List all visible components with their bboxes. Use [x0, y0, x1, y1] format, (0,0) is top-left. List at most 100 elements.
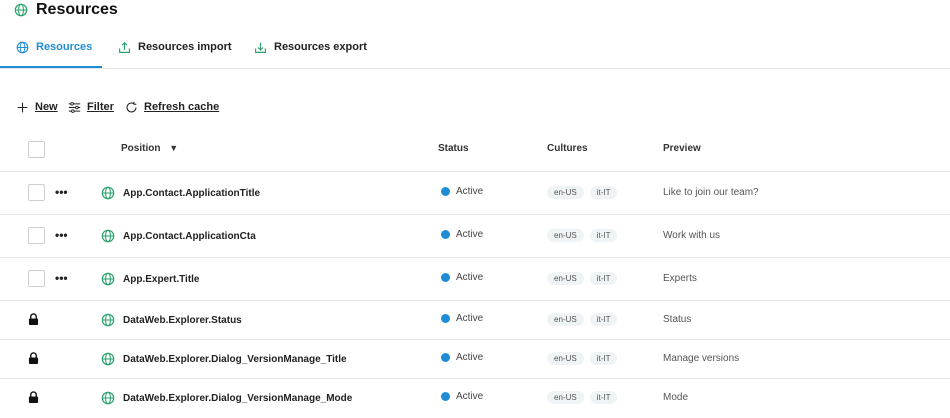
row-divider [0, 339, 950, 340]
position-cell[interactable]: App.Contact.ApplicationCta [101, 229, 256, 243]
filter-label: Filter [87, 101, 114, 113]
preview-cell: Manage versions [663, 353, 740, 364]
tabs-divider [0, 68, 950, 69]
status-label: Active [456, 186, 484, 197]
more-actions-icon[interactable]: ••• [55, 271, 68, 285]
globe-icon [101, 272, 115, 286]
status-cell: Active [441, 352, 483, 363]
sort-descending-icon: ▼ [169, 143, 179, 153]
filter-lines-icon [68, 101, 81, 113]
select-all-checkbox[interactable] [28, 141, 45, 158]
tab-label: Resources [36, 41, 93, 53]
tab-resources-export[interactable]: Resources export [254, 36, 367, 58]
column-label: Position [121, 143, 161, 154]
position-key: App.Expert.Title [123, 273, 200, 285]
position-key: App.Contact.ApplicationTitle [123, 187, 261, 199]
tab-resources-import[interactable]: Resources import [118, 36, 232, 58]
globe-icon [101, 186, 115, 200]
page-header: Resources [14, 0, 118, 20]
globe-icon [16, 41, 29, 53]
globe-icon [101, 313, 115, 327]
position-cell[interactable]: App.Contact.ApplicationTitle [101, 186, 260, 200]
culture-chip: en-US [547, 352, 584, 365]
status-cell: Active [441, 229, 483, 240]
status-dot [441, 230, 450, 239]
culture-chip: it-IT [589, 313, 618, 326]
cultures-cell: en-US it-IT [547, 186, 618, 199]
column-header-cultures: Cultures [547, 143, 588, 154]
position-cell[interactable]: DataWeb.Explorer.Dialog_VersionManage_Ti… [101, 352, 347, 366]
globe-icon [101, 229, 115, 243]
refresh-cache-label: Refresh cache [144, 101, 220, 113]
page-title: Resources [36, 1, 118, 18]
more-actions-icon[interactable]: ••• [55, 228, 68, 242]
position-key: DataWeb.Explorer.Dialog_VersionManage_Mo… [123, 392, 353, 404]
refresh-cache-button[interactable]: Refresh cache [125, 98, 219, 116]
tab-label: Resources export [274, 41, 367, 53]
status-dot [441, 392, 450, 401]
status-dot [441, 273, 450, 282]
status-cell: Active [441, 272, 483, 283]
refresh-icon [126, 101, 137, 112]
cultures-cell: en-US it-IT [547, 272, 618, 285]
tab-resources[interactable]: Resources [16, 36, 92, 58]
position-cell[interactable]: DataWeb.Explorer.Dialog_VersionManage_Mo… [101, 391, 352, 405]
cultures-cell: en-US it-IT [547, 313, 618, 326]
column-header-preview: Preview [663, 143, 701, 154]
globe-icon [101, 352, 115, 366]
row-checkbox[interactable] [28, 270, 45, 287]
filter-button[interactable]: Filter [68, 98, 114, 116]
column-header-status: Status [438, 143, 469, 154]
globe-icon [14, 3, 28, 17]
culture-chip: it-IT [589, 352, 618, 365]
cultures-cell: en-US it-IT [547, 352, 618, 365]
culture-chip: it-IT [589, 229, 618, 242]
row-checkbox[interactable] [28, 184, 45, 201]
globe-icon [101, 391, 115, 405]
preview-cell: Like to join our team? [663, 187, 759, 198]
row-divider [0, 257, 950, 258]
status-dot [441, 314, 450, 323]
position-key: DataWeb.Explorer.Status [123, 314, 242, 326]
cultures-cell: en-US it-IT [547, 229, 618, 242]
position-cell[interactable]: App.Expert.Title [101, 272, 200, 286]
status-label: Active [456, 272, 484, 283]
row-divider [0, 300, 950, 301]
new-button[interactable]: New [16, 98, 58, 116]
status-cell: Active [441, 391, 483, 402]
status-cell: Active [441, 313, 483, 324]
column-header-position[interactable]: Position ▼ [121, 143, 178, 154]
status-dot [441, 187, 450, 196]
more-actions-icon[interactable]: ••• [55, 185, 68, 199]
preview-cell: Mode [663, 392, 689, 403]
culture-chip: en-US [547, 229, 584, 242]
lock-icon [28, 391, 39, 403]
new-label: New [35, 101, 58, 113]
culture-chip: en-US [547, 391, 584, 404]
culture-chip: it-IT [589, 272, 618, 285]
preview-cell: Status [663, 314, 692, 325]
row-divider [0, 378, 950, 379]
download-icon [255, 42, 266, 53]
row-divider [0, 214, 950, 215]
upload-icon [119, 41, 130, 53]
plus-icon [17, 102, 28, 112]
position-key: DataWeb.Explorer.Dialog_VersionManage_Ti… [123, 353, 347, 365]
preview-cell: Experts [663, 273, 697, 284]
lock-icon [28, 313, 39, 325]
position-cell[interactable]: DataWeb.Explorer.Status [101, 313, 242, 327]
lock-icon [28, 352, 39, 364]
row-checkbox[interactable] [28, 227, 45, 244]
status-label: Active [456, 391, 484, 402]
status-dot [441, 353, 450, 362]
status-label: Active [456, 352, 484, 363]
cultures-cell: en-US it-IT [547, 391, 618, 404]
culture-chip: it-IT [589, 186, 618, 199]
row-divider [0, 171, 950, 172]
culture-chip: it-IT [589, 391, 618, 404]
position-key: App.Contact.ApplicationCta [123, 230, 256, 242]
status-label: Active [456, 229, 484, 240]
preview-cell: Work with us [663, 230, 721, 241]
culture-chip: en-US [547, 186, 584, 199]
culture-chip: en-US [547, 313, 584, 326]
